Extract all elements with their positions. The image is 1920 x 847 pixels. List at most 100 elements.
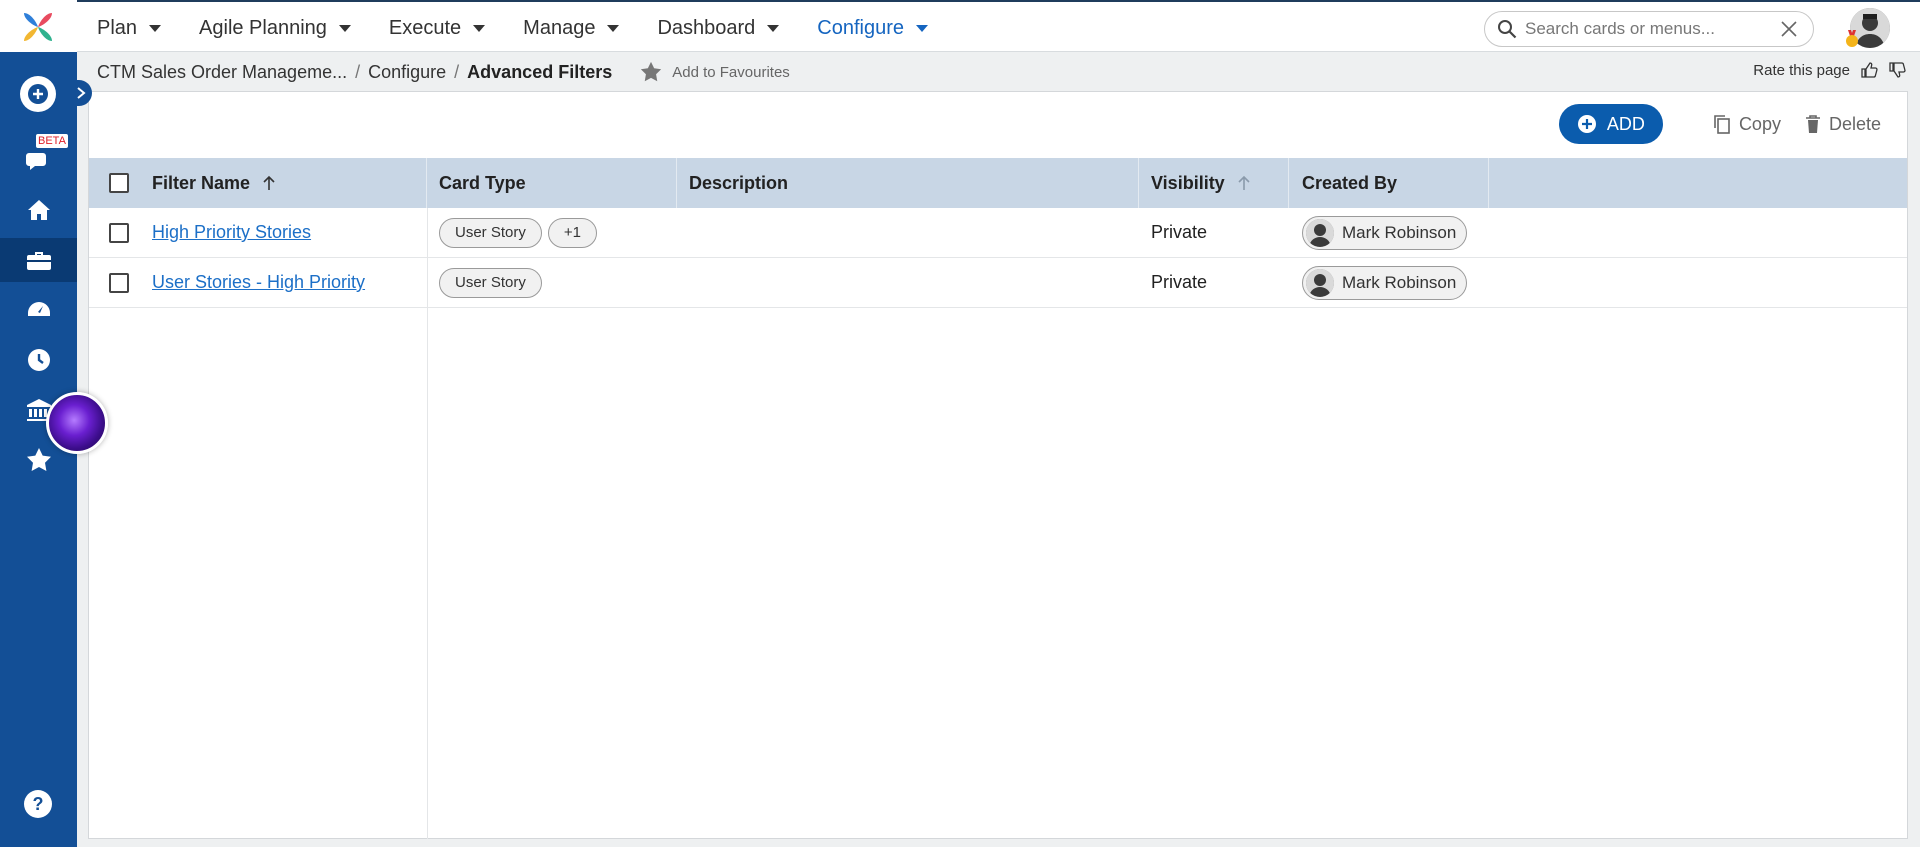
- menu-dashboard[interactable]: Dashboard: [657, 16, 780, 40]
- copy-icon: [1714, 115, 1730, 134]
- menu-execute[interactable]: Execute: [388, 16, 486, 40]
- column-created-by[interactable]: Created By: [1289, 158, 1489, 208]
- avatar: [1306, 218, 1334, 247]
- column-description[interactable]: Description: [677, 158, 1139, 208]
- column-label: Created By: [1302, 172, 1398, 193]
- column-filter-name[interactable]: Filter Name: [149, 158, 427, 208]
- column-divider: [1488, 158, 1489, 208]
- chat-bubbles-icon: [25, 153, 46, 170]
- app-logo-icon: [24, 13, 52, 41]
- column-visibility[interactable]: Visibility: [1139, 158, 1289, 208]
- top-navigation: Plan Agile Planning Execute Manage Dashb…: [77, 0, 1920, 52]
- add-button[interactable]: ADD: [1558, 104, 1663, 144]
- left-sidebar: BETA ?: [0, 0, 108, 847]
- caret-down-icon: [767, 24, 780, 32]
- breadcrumb-project[interactable]: CTM Sales Order Manageme...: [97, 62, 347, 83]
- card-type-chip: User Story: [439, 217, 542, 248]
- sidebar-item-home[interactable]: [0, 188, 77, 232]
- add-label: ADD: [1606, 113, 1645, 134]
- app-logo[interactable]: [0, 0, 77, 52]
- copy-label: Copy: [1738, 113, 1781, 134]
- search-input[interactable]: [1525, 19, 1775, 39]
- column-card-type[interactable]: Card Type: [427, 158, 677, 208]
- caret-down-icon: [607, 24, 620, 32]
- description-cell: [677, 208, 1139, 258]
- card-type-chip: User Story: [439, 267, 542, 298]
- briefcase-icon: [26, 252, 51, 270]
- sidebar-item-dashboard[interactable]: [0, 288, 77, 332]
- breadcrumb-bar: CTM Sales Order Manageme... / Configure …: [77, 53, 1920, 91]
- add-to-favourites-button[interactable]: Add to Favourites: [640, 61, 790, 83]
- star-icon: [641, 61, 662, 82]
- caret-down-icon: [916, 24, 929, 32]
- medal-icon: [1846, 30, 1858, 47]
- menu-label: Execute: [388, 16, 462, 39]
- table-row[interactable]: High Priority Stories User Story +1 Priv…: [89, 208, 1907, 258]
- more-chip[interactable]: +1: [547, 217, 597, 248]
- home-icon: [27, 200, 50, 220]
- breadcrumb-configure[interactable]: Configure: [368, 62, 446, 83]
- user-chip[interactable]: Mark Robinson: [1302, 215, 1468, 250]
- breadcrumb-separator: /: [454, 61, 460, 82]
- menu-configure[interactable]: Configure: [817, 16, 929, 40]
- filter-name-link[interactable]: High Priority Stories: [152, 222, 311, 243]
- close-icon[interactable]: [1779, 19, 1799, 39]
- user-name: Mark Robinson: [1342, 272, 1457, 292]
- select-all-cell: [89, 158, 149, 208]
- user-photo-icon: [1306, 218, 1334, 247]
- row-checkbox[interactable]: [109, 222, 129, 243]
- star-icon: [26, 448, 51, 471]
- caret-down-icon: [473, 24, 486, 32]
- filter-name-cell: User Stories - High Priority: [149, 258, 427, 308]
- sort-icon[interactable]: [1237, 175, 1251, 191]
- user-chip[interactable]: Mark Robinson: [1302, 265, 1468, 300]
- menu-label: Dashboard: [657, 16, 756, 39]
- column-label: Card Type: [439, 172, 526, 193]
- thumbs-down-icon[interactable]: [1888, 61, 1906, 79]
- sidebar-item-history[interactable]: [0, 338, 77, 382]
- created-by-cell: Mark Robinson: [1289, 208, 1489, 258]
- search-box: [1484, 11, 1814, 47]
- toolbar: ADD Copy Delete: [1558, 104, 1881, 144]
- menu-agile-planning[interactable]: Agile Planning: [199, 17, 351, 40]
- delete-label: Delete: [1828, 113, 1881, 134]
- chevron-right-icon: [77, 87, 86, 99]
- menu-plan[interactable]: Plan: [97, 17, 162, 40]
- assistant-orb[interactable]: [46, 392, 108, 454]
- table-row[interactable]: User Stories - High Priority User Story …: [89, 258, 1907, 308]
- sort-ascending-icon[interactable]: [262, 175, 276, 191]
- created-by-cell: Mark Robinson: [1289, 258, 1489, 308]
- visibility-cell: Private: [1151, 222, 1208, 242]
- row-select-cell: [89, 208, 149, 258]
- rate-label: Rate this page: [1753, 61, 1850, 79]
- caret-down-icon: [149, 24, 162, 32]
- add-circle-icon[interactable]: [20, 76, 56, 112]
- select-all-checkbox[interactable]: [109, 173, 129, 193]
- row-checkbox[interactable]: [109, 272, 129, 293]
- menu-manage[interactable]: Manage: [523, 16, 620, 40]
- column-label: Filter Name: [152, 172, 251, 193]
- menu-label: Manage: [523, 16, 596, 39]
- page-title: Advanced Filters: [467, 61, 613, 82]
- column-label: Visibility: [1151, 172, 1225, 193]
- search-icon: [1498, 20, 1517, 39]
- help-icon[interactable]: ?: [24, 790, 52, 818]
- copy-button[interactable]: Copy: [1713, 114, 1781, 135]
- menu-label: Configure: [817, 16, 905, 39]
- description-cell: [677, 258, 1139, 308]
- sidebar-item-workspace[interactable]: [0, 238, 77, 282]
- clock-icon: [27, 349, 50, 371]
- caret-down-icon: [338, 24, 351, 32]
- beta-badge: BETA: [36, 134, 68, 148]
- rate-page: Rate this page: [1753, 61, 1906, 79]
- menu-label: Agile Planning: [199, 16, 327, 39]
- card-type-cell: User Story +1: [427, 208, 677, 258]
- thumbs-up-icon[interactable]: [1860, 61, 1878, 79]
- card-type-cell: User Story: [427, 258, 677, 308]
- main-menu: Plan Agile Planning Execute Manage Dashb…: [97, 2, 966, 54]
- breadcrumb-separator: /: [355, 61, 361, 82]
- filter-name-link[interactable]: User Stories - High Priority: [152, 272, 365, 293]
- delete-button[interactable]: Delete: [1805, 114, 1881, 135]
- filters-panel: ADD Copy Delete Filter Name Card Type De…: [88, 91, 1908, 839]
- table-header: Filter Name Card Type Description Visibi…: [89, 158, 1907, 208]
